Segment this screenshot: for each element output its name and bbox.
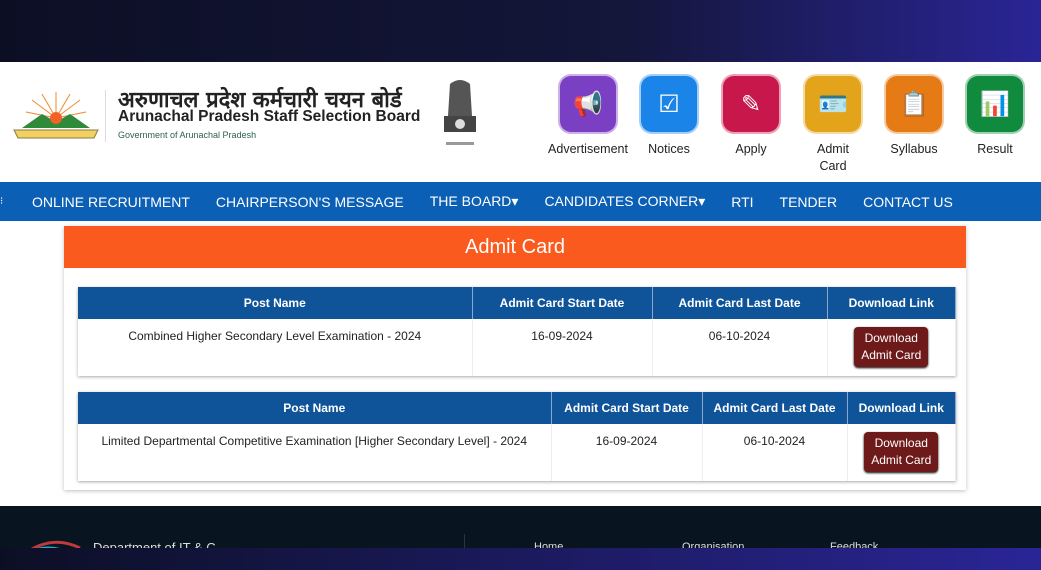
col-post-name: Post Name [78,392,552,424]
quick-link-syllabus[interactable]: 📋 [886,76,942,132]
admit-card-table-2: Post Name Admit Card Start Date Admit Card… [78,392,956,481]
subtitle: Government of Arunachal Pradesh [118,130,257,140]
footer: Department of IT & C Home Organisation F… [0,506,1041,555]
quick-link-label[interactable]: Notices [624,141,714,158]
last-date: 06-10-2024 [652,319,828,376]
download-admit-card-button[interactable]: Download Admit Card [854,327,929,367]
quick-link-label[interactable]: Syllabus [869,141,959,158]
table-row: Combined Higher Secondary Level Examinat… [78,319,956,376]
col-download: Download Link [827,287,956,319]
start-date: 16-09-2024 [472,319,653,376]
nav-rti[interactable]: RTI [731,194,753,210]
post-name: Combined Higher Secondary Level Examinat… [78,319,473,376]
id-card-icon: 🪪 [818,90,848,118]
title-english: Arunachal Pradesh Staff Selection Board [118,108,421,125]
header-divider [105,90,106,142]
nav-contact-us[interactable]: CONTACT US [863,194,953,210]
state-logo [13,92,99,139]
bar-chart-icon: 📊 [980,90,1010,118]
table-row: Limited Departmental Competitive Examina… [78,424,956,481]
nav-online-recruitment[interactable]: ONLINE RECRUITMENT [32,194,190,210]
nav-tender[interactable]: TENDER [780,194,838,210]
nav-the-board[interactable]: THE BOARD▾ [430,193,519,210]
top-band [0,0,1041,62]
download-label: Download Admit Card [871,436,932,467]
download-admit-card-button[interactable]: Download Admit Card [864,432,939,472]
quick-link-label[interactable]: Result [950,141,1040,158]
post-name: Limited Departmental Competitive Examina… [78,424,552,481]
quick-link-label[interactable]: Advertisement [543,141,633,158]
edit-document-icon: ✎ [740,90,762,118]
checklist-icon: ☑ [658,90,680,118]
last-date: 06-10-2024 [702,424,848,481]
col-last-date: Admit Card Last Date [702,392,848,424]
start-date: 16-09-2024 [551,424,703,481]
main-nav: ⁝ ONLINE RECRUITMENT CHAIRPERSON'S MESSA… [0,182,1041,221]
admit-card-table-1: Post Name Admit Card Start Date Admit Card… [78,287,956,376]
page-title: Admit Card [64,226,966,268]
col-post-name: Post Name [78,287,473,319]
quick-link-result[interactable]: 📊 [967,76,1023,132]
col-last-date: Admit Card Last Date [652,287,828,319]
national-emblem-icon [444,80,476,145]
site-header: अरुणाचल प्रदेश कर्मचारी चयन बोर्ड Arunac… [0,62,1041,182]
download-label: Download Admit Card [861,331,922,362]
quick-link-label[interactable]: Apply [706,141,796,158]
bottom-band [0,548,1041,570]
nav-chairperson-message[interactable]: CHAIRPERSON'S MESSAGE [216,194,404,210]
clipboard-check-icon: 📋 [899,90,929,118]
quick-link-label[interactable]: Admit Card [788,141,878,175]
quick-link-admit-card[interactable]: 🪪 [805,76,861,132]
col-start-date: Admit Card Start Date [472,287,653,319]
col-start-date: Admit Card Start Date [551,392,703,424]
col-download: Download Link [847,392,956,424]
megaphone-icon: 📢 [573,90,603,118]
nav-candidates-corner[interactable]: CANDIDATES CORNER▾ [544,193,705,210]
quick-link-advertisement[interactable]: 📢 [560,76,616,132]
quick-link-notices[interactable]: ☑ [641,76,697,132]
quick-link-apply[interactable]: ✎ [723,76,779,132]
